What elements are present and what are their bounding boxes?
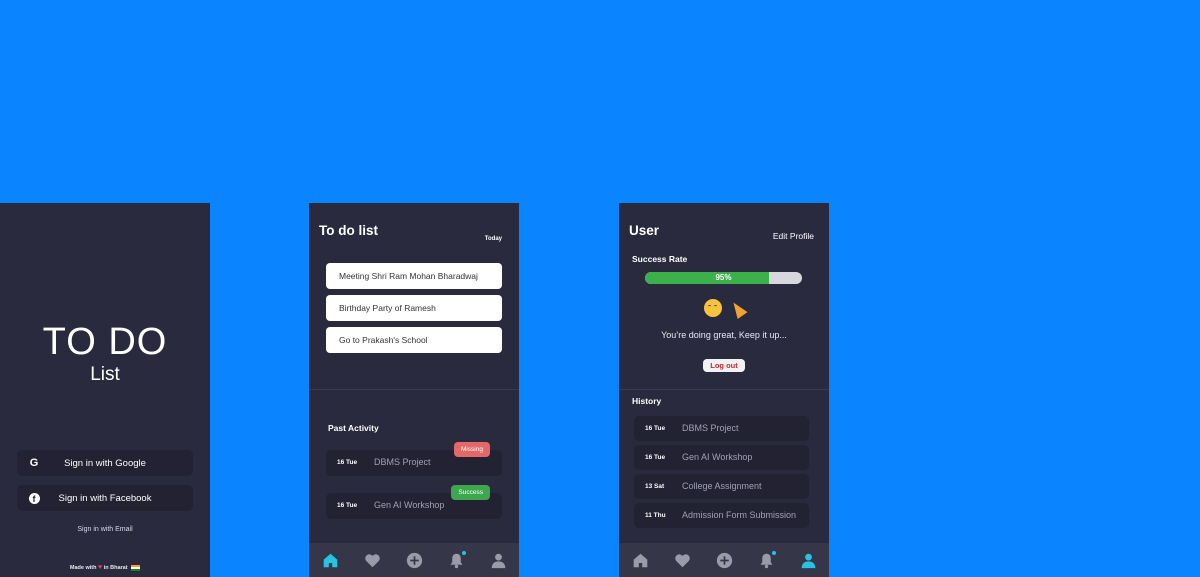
sign-in-google-label: Sign in with Google [64, 457, 146, 469]
nav-home[interactable] [319, 549, 341, 571]
made-with-footer: Made with ♥ in Bharat [0, 564, 210, 571]
heart-icon [674, 553, 690, 567]
party-popper-icon [728, 299, 748, 319]
app-subtitle: List [90, 364, 120, 385]
history-name: College Assignment [682, 481, 762, 491]
task-item[interactable]: Go to Prakash's School [326, 327, 502, 353]
party-face-icon [704, 299, 722, 317]
divider [309, 389, 519, 390]
history-date: 16 Tue [645, 425, 666, 432]
heart-icon: ♥ [98, 564, 103, 571]
history-name: Gen AI Workshop [682, 452, 753, 462]
made-with-suffix: in Bharat [103, 565, 128, 571]
edit-profile-button[interactable]: Edit Profile [773, 231, 814, 241]
activity-name: DBMS Project [374, 457, 431, 467]
task-item[interactable]: Meeting Shri Ram Mohan Bharadwaj [326, 263, 502, 289]
history-item[interactable]: 16 Tue Gen AI Workshop [634, 445, 809, 470]
history-date: 11 Thu [645, 512, 666, 519]
india-flag-icon [131, 564, 141, 571]
history-date: 16 Tue [645, 454, 666, 461]
sign-in-facebook-label: Sign in with Facebook [58, 492, 152, 504]
nav-notifications[interactable] [445, 549, 467, 571]
celebration-emojis [619, 299, 829, 319]
nav-profile[interactable] [487, 549, 509, 571]
home-icon [633, 553, 647, 567]
success-progress-value: 95% [715, 273, 732, 282]
past-activity-item[interactable]: 16 Tue DBMS Project Missing [326, 442, 502, 476]
nav-home[interactable] [629, 549, 651, 571]
nav-add[interactable] [713, 549, 735, 571]
add-icon [406, 552, 422, 568]
past-activity-item[interactable]: 16 Tue Gen AI Workshop Success [326, 485, 502, 519]
nav-add[interactable] [403, 549, 425, 571]
history-name: Admission Form Submission [682, 510, 797, 520]
status-badge: Missing [453, 442, 490, 457]
nav-profile[interactable] [797, 549, 819, 571]
sign-in-email-link[interactable]: Sign in with Email [0, 526, 210, 533]
page-title: User [629, 223, 660, 238]
history-date: 13 Sat [645, 483, 665, 490]
app-title: TO DO [42, 321, 168, 363]
nav-favorites[interactable] [671, 549, 693, 571]
history-title: History [632, 396, 662, 406]
sign-in-google-button[interactable]: G Sign in with Google [17, 450, 193, 476]
activity-date: 16 Tue [337, 502, 358, 509]
history-item[interactable]: 11 Thu Admission Form Submission [634, 503, 809, 528]
activity-date: 16 Tue [337, 459, 358, 466]
profile-screen: User Edit Profile Success Rate 95% You’r… [619, 203, 829, 577]
nav-favorites[interactable] [361, 549, 383, 571]
nav-notifications[interactable] [755, 549, 777, 571]
add-icon [716, 552, 732, 568]
motivation-text: You’re doing great, Keep it up... [661, 330, 787, 340]
user-icon [801, 553, 815, 568]
history-name: DBMS Project [682, 423, 739, 433]
past-activity-title: Past Activity [328, 423, 379, 433]
bottom-nav [309, 543, 519, 577]
sign-in-facebook-button[interactable]: f Sign in with Facebook [17, 485, 193, 511]
status-badge: Success [451, 485, 490, 500]
notification-dot [462, 551, 466, 555]
login-screen: TO DO List G Sign in with Google f Sign … [0, 203, 210, 577]
date-filter[interactable]: Today [485, 236, 502, 242]
divider [619, 389, 829, 390]
activity-name: Gen AI Workshop [374, 500, 445, 510]
made-with-prefix: Made with [69, 565, 97, 571]
home-icon [323, 553, 337, 567]
bottom-nav [619, 543, 829, 577]
google-icon: G [29, 457, 39, 469]
history-item[interactable]: 16 Tue DBMS Project [634, 416, 809, 441]
heart-icon [364, 553, 380, 567]
notification-dot [772, 551, 776, 555]
page-title: To do list [319, 223, 378, 238]
task-item[interactable]: Birthday Party of Ramesh [326, 295, 502, 321]
user-icon [491, 553, 505, 568]
facebook-icon: f [27, 491, 41, 505]
todo-screen: To do list Today Meeting Shri Ram Mohan … [309, 203, 519, 577]
logout-button[interactable]: Log out [703, 359, 745, 372]
history-item[interactable]: 13 Sat College Assignment [634, 474, 809, 499]
success-rate-label: Success Rate [632, 254, 688, 264]
